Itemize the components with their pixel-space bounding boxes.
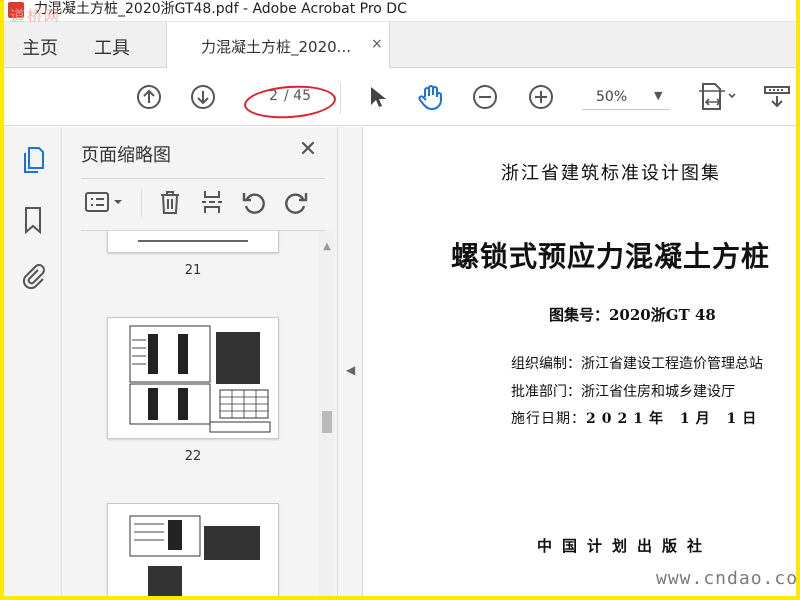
zoom-value: 50% [596, 89, 628, 105]
thumbnail-label: 22 [184, 449, 202, 464]
panel-title: 页面缩略图 [81, 145, 171, 166]
thumbnail-drawing [129, 515, 260, 596]
close-panel-icon[interactable]: ✕ [295, 137, 321, 163]
document-date: 施行日期：2021年 1月 1日 [511, 408, 762, 428]
menu-bar: 主页 工具 力混凝土方桩_2020... × [4, 22, 796, 68]
arrow-down-circle-icon[interactable] [188, 82, 218, 112]
toolbar-divider [340, 82, 341, 114]
document-code: 图集号：2020浙GT 48 [549, 306, 716, 324]
thumbnail-scrollbar[interactable]: ▲ [319, 231, 335, 596]
zoom-out-icon[interactable] [470, 82, 500, 112]
thumbnails-panel: 页面缩略图 ✕ 21 22 ▲ [63, 127, 337, 596]
thumbnail-list: 21 22 [63, 231, 319, 596]
page-display-icon[interactable] [694, 82, 740, 112]
extract-pages-icon[interactable] [197, 187, 227, 217]
rotate-counterclockwise-icon[interactable] [239, 187, 269, 217]
site-watermark: www.cndao.com [656, 568, 796, 589]
menu-tools[interactable]: 工具 [94, 34, 130, 60]
title-bar: 力混凝土方桩_2020浙GT48.pdf - Adobe Acrobat Pro… [4, 0, 796, 25]
document-publisher: 中国计划出版社 [537, 537, 713, 555]
rotate-clockwise-icon[interactable] [281, 187, 311, 217]
document-tab-label: 力混凝土方桩_2020... [201, 38, 351, 56]
window-title: 力混凝土方桩_2020浙GT48.pdf - Adobe Acrobat Pro… [34, 1, 407, 17]
document-date-value: 2021年 1月 1日 [586, 411, 763, 427]
chevron-left-icon: ◀ [346, 363, 356, 377]
page-thumbnail-23[interactable] [107, 503, 279, 596]
scrollbar-thumb[interactable] [322, 411, 332, 433]
document-tab[interactable]: 力混凝土方桩_2020... × [166, 22, 390, 68]
document-date-label: 施行日期： [511, 411, 586, 427]
app-window: 力混凝土方桩_2020浙GT48.pdf - Adobe Acrobat Pro… [4, 0, 796, 596]
panel-divider [81, 178, 325, 179]
attachment-icon[interactable] [18, 261, 48, 291]
delete-page-icon[interactable] [155, 187, 185, 217]
hand-tool-icon[interactable] [416, 82, 446, 112]
page-thumbnail-21[interactable] [107, 231, 279, 253]
chevron-down-icon: ▼ [654, 89, 663, 102]
scroll-up-icon[interactable]: ▲ [319, 241, 335, 255]
page-thumbnail-22[interactable] [107, 317, 279, 439]
panel-collapse-handle[interactable]: ◀ [337, 127, 363, 596]
scroll-mode-icon[interactable] [760, 82, 794, 112]
bookmark-icon[interactable] [18, 205, 48, 235]
thumbnail-drawing [129, 325, 271, 433]
thumbnail-label: 21 [184, 263, 202, 278]
menu-home[interactable]: 主页 [22, 34, 58, 60]
document-series: 浙江省建筑标准设计图集 [501, 163, 721, 184]
select-pointer-icon[interactable] [362, 82, 392, 112]
zoom-in-icon[interactable] [526, 82, 556, 112]
arrow-up-circle-icon[interactable] [134, 82, 164, 112]
document-approver: 批准部门：浙江省住房和城乡建设厅 [511, 384, 735, 400]
document-organizer: 组织编制：浙江省建设工程造价管理总站 [511, 356, 763, 372]
zoom-select[interactable]: 50% ▼ [582, 86, 670, 110]
document-view[interactable]: 浙江省建筑标准设计图集 螺锁式预应力混凝土方桩 图集号：2020浙GT 48 组… [363, 127, 796, 596]
thumbnail-line [138, 240, 248, 242]
document-title: 螺锁式预应力混凝土方桩 [451, 240, 771, 273]
page-thumbnails-icon[interactable] [18, 145, 48, 175]
panel-tool-divider [141, 189, 142, 217]
thumbnail-options-button[interactable] [81, 187, 131, 217]
left-navigation-rail [4, 127, 62, 596]
main-toolbar: 2 / 45 50% ▼ [4, 68, 796, 126]
close-tab-icon[interactable]: × [371, 36, 383, 52]
